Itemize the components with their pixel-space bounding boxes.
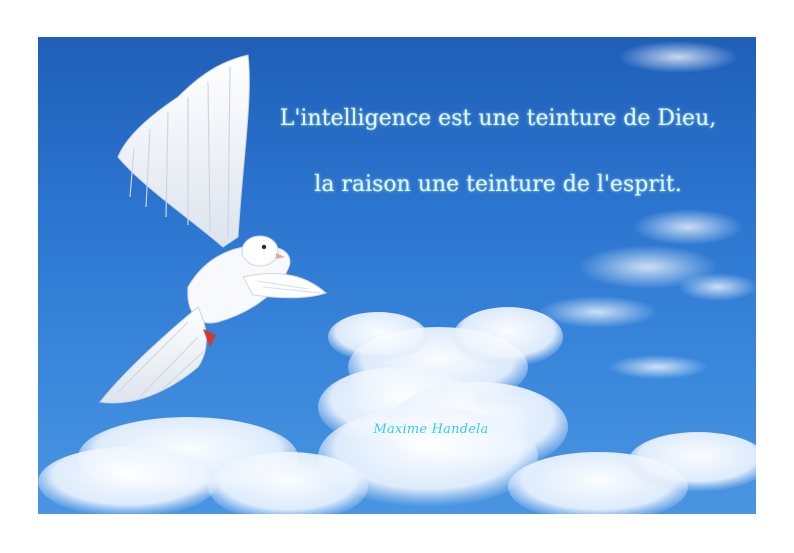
wispy-clouds [538,41,756,379]
author-signature: Maxime Handela [373,422,489,437]
quote-line-1: L'intelligence est une teinture de Dieu, [279,106,717,131]
poster-canvas: L'intelligence est une teinture de Dieu,… [0,0,794,553]
quote-line-2: la raison une teinture de l'esprit. [314,171,682,197]
quote-block: L'intelligence est une teinture de Dieu,… [258,97,738,198]
cumulus-clouds [38,307,756,514]
sky-photo: L'intelligence est une teinture de Dieu,… [38,37,756,514]
